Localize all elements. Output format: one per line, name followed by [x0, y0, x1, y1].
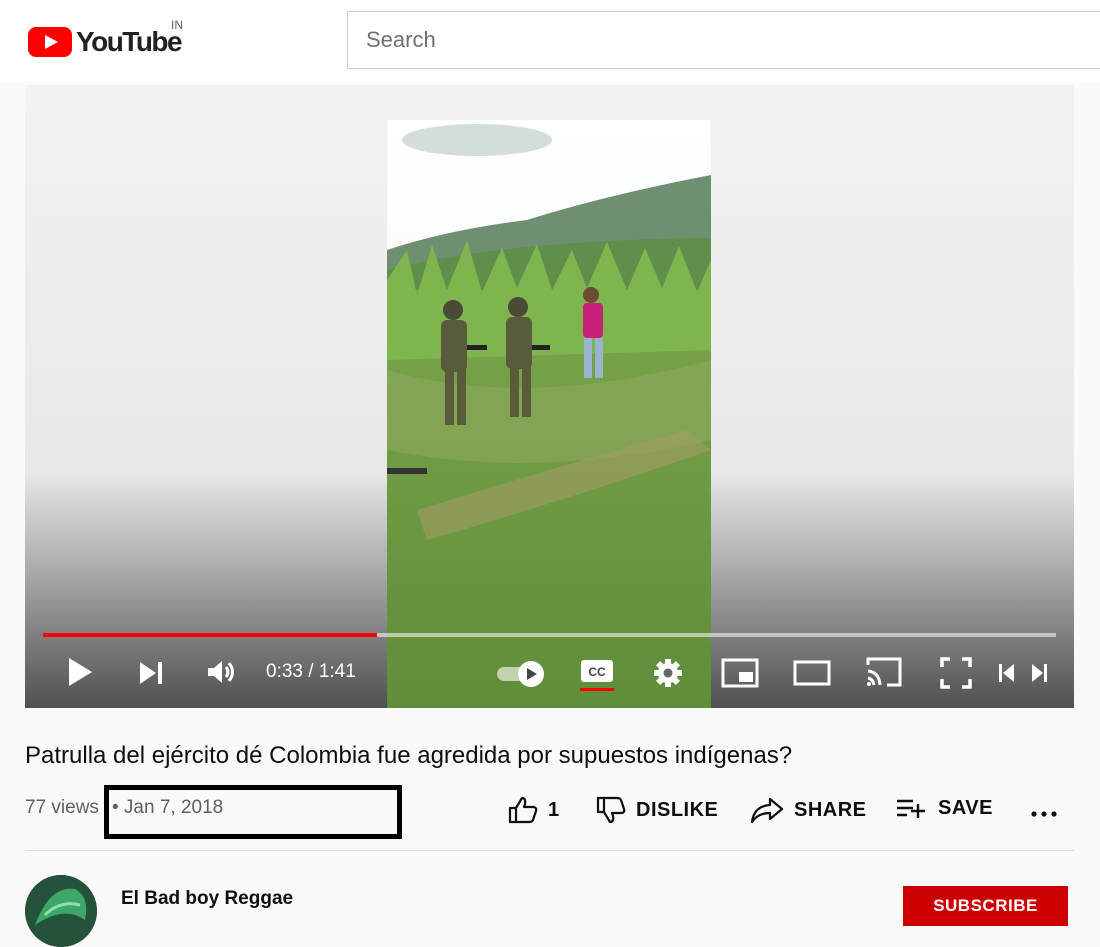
volume-button[interactable]	[205, 657, 239, 687]
video-player[interactable]: 0:33 / 1:41 CC	[25, 85, 1074, 708]
next-chapter-icon	[1032, 664, 1047, 682]
youtube-play-logo-icon	[28, 27, 72, 57]
divider	[25, 850, 1074, 851]
like-button[interactable]: 1	[508, 796, 560, 824]
play-button[interactable]	[65, 657, 95, 687]
view-count: 77 views	[25, 797, 99, 818]
cast-icon	[866, 657, 902, 687]
video-scene	[387, 120, 711, 708]
dislike-button[interactable]: DISLIKE	[596, 796, 718, 824]
progress-played	[43, 633, 378, 637]
more-horizontal-icon	[1031, 811, 1057, 817]
channel-name[interactable]: El Bad boy Reggae	[121, 888, 293, 910]
autoplay-toggle-icon	[497, 661, 544, 687]
fullscreen-icon	[940, 657, 972, 689]
save-label: SAVE	[938, 796, 993, 819]
more-actions-button[interactable]	[1030, 798, 1068, 826]
settings-icon	[654, 659, 682, 687]
next-button[interactable]	[137, 659, 165, 687]
progress-bar[interactable]	[43, 633, 1056, 637]
share-label: SHARE	[794, 798, 867, 821]
svg-text:CC: CC	[588, 665, 606, 679]
youtube-logo[interactable]: YouTube	[28, 26, 183, 58]
settings-button[interactable]	[651, 656, 685, 690]
cc-icon: CC	[581, 660, 613, 682]
masthead: YouTube IN	[0, 0, 1100, 82]
search-box[interactable]	[347, 11, 1100, 69]
prev-chapter-button[interactable]	[997, 662, 1017, 684]
video-frame[interactable]	[387, 120, 711, 708]
subscribe-button[interactable]: SUBSCRIBE	[903, 886, 1068, 926]
miniplayer-icon	[721, 658, 759, 688]
save-button[interactable]: SAVE	[896, 796, 993, 820]
search-input[interactable]	[348, 12, 1100, 68]
fullscreen-button[interactable]	[939, 656, 973, 690]
next-icon	[140, 662, 162, 684]
avatar-image	[25, 875, 97, 947]
share-button[interactable]: SHARE	[750, 796, 867, 824]
thumbs-down-icon	[596, 796, 626, 824]
video-title: Patrulla del ejército dé Colombia fue ag…	[25, 742, 793, 769]
cast-button[interactable]	[865, 656, 903, 688]
dislike-label: DISLIKE	[636, 798, 719, 821]
like-count: 1	[548, 798, 560, 821]
thumbs-up-icon	[508, 796, 538, 824]
theater-mode-icon	[793, 660, 831, 686]
share-icon	[750, 797, 784, 824]
cc-active-indicator	[580, 688, 614, 691]
highlight-box	[104, 785, 402, 839]
country-code: IN	[171, 18, 183, 32]
channel-avatar[interactable]	[25, 875, 97, 947]
miniplayer-button[interactable]	[721, 657, 759, 689]
logo-wordmark: YouTube	[76, 26, 183, 57]
theater-mode-button[interactable]	[793, 659, 831, 687]
play-icon	[69, 658, 92, 686]
save-playlist-icon	[897, 799, 925, 818]
cc-button[interactable]: CC	[579, 657, 615, 693]
volume-icon	[208, 661, 234, 683]
prev-chapter-icon	[999, 664, 1014, 682]
next-chapter-button[interactable]	[1029, 662, 1049, 684]
autoplay-toggle[interactable]	[495, 659, 549, 689]
time-display: 0:33 / 1:41	[266, 661, 356, 682]
